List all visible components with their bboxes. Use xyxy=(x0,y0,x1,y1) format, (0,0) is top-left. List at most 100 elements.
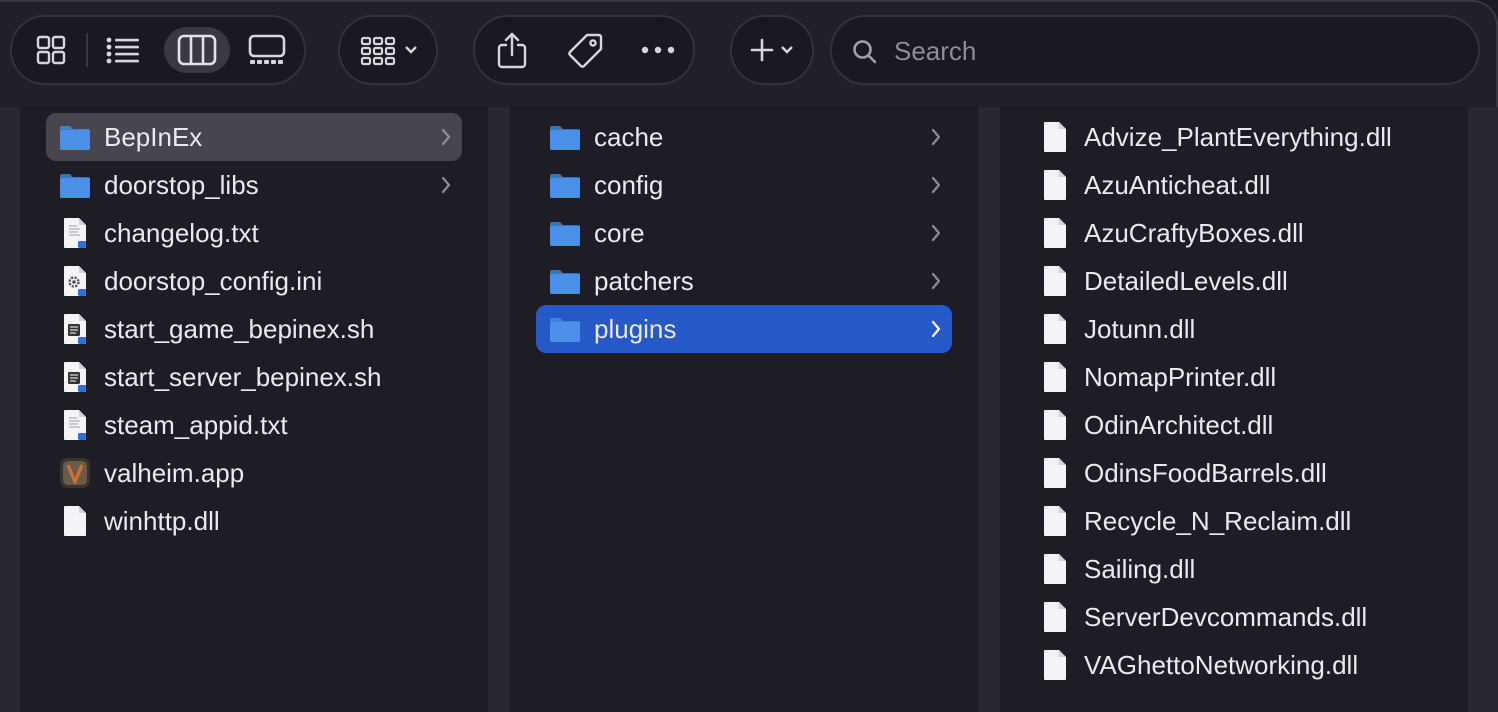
view-mode-control xyxy=(10,15,306,85)
share-icon xyxy=(497,32,527,69)
chevron-right-icon xyxy=(931,272,941,290)
item-name: patchers xyxy=(594,266,694,296)
folder-row[interactable]: cache xyxy=(536,113,952,161)
folder-row[interactable]: core xyxy=(536,209,952,257)
item-name: ServerDevcommands.dll xyxy=(1084,602,1368,632)
share-button[interactable] xyxy=(479,27,545,73)
group-by-button[interactable] xyxy=(350,27,428,73)
file-row[interactable]: start_server_bepinex.sh xyxy=(46,353,462,401)
folder-row[interactable]: patchers xyxy=(536,257,952,305)
blank-file-icon xyxy=(1044,458,1066,488)
tag-icon xyxy=(568,33,603,68)
folder-icon xyxy=(60,174,90,198)
blank-file-icon xyxy=(1044,650,1066,680)
list-icon xyxy=(106,37,139,64)
list-view-button[interactable] xyxy=(90,27,156,73)
icon-view-button[interactable] xyxy=(18,27,84,73)
file-row[interactable]: steam_appid.txt xyxy=(46,401,462,449)
blank-file-icon xyxy=(1044,506,1066,536)
chevron-down-icon xyxy=(781,46,793,54)
file-row[interactable]: Advize_PlantEverything.dll xyxy=(1026,113,1442,161)
item-name: start_game_bepinex.sh xyxy=(104,314,375,344)
file-row[interactable]: changelog.txt xyxy=(46,209,462,257)
more-button[interactable] xyxy=(625,27,691,73)
file-row[interactable]: NomapPrinter.dll xyxy=(1026,353,1442,401)
file-row[interactable]: OdinsFoodBarrels.dll xyxy=(1026,449,1442,497)
folder-icon xyxy=(550,174,580,198)
folder-row[interactable]: doorstop_libs xyxy=(46,161,462,209)
item-name: start_server_bepinex.sh xyxy=(104,362,382,392)
item-name: steam_appid.txt xyxy=(104,410,288,440)
item-name: VAGhettoNetworking.dll xyxy=(1084,650,1359,680)
app-icon xyxy=(60,458,90,488)
add-button[interactable] xyxy=(738,27,806,73)
column-view-button[interactable] xyxy=(164,27,230,73)
file-row[interactable]: AzuCraftyBoxes.dll xyxy=(1026,209,1442,257)
file-row[interactable]: start_game_bepinex.sh xyxy=(46,305,462,353)
chevron-right-icon xyxy=(931,128,941,146)
columns-icon xyxy=(177,34,217,66)
more-icon xyxy=(641,46,675,54)
actions-control xyxy=(473,15,695,85)
text-file-icon xyxy=(64,218,86,248)
file-row[interactable]: valheim.app xyxy=(46,449,462,497)
blank-file-icon xyxy=(1044,554,1066,584)
file-row[interactable]: Recycle_N_Reclaim.dll xyxy=(1026,497,1442,545)
item-name: Jotunn.dll xyxy=(1084,314,1196,344)
chevron-right-icon xyxy=(441,176,451,194)
folder-icon xyxy=(550,126,580,150)
item-name: core xyxy=(594,218,645,248)
new-item-control xyxy=(730,15,814,85)
toolbar-divider xyxy=(86,33,88,67)
chevron-right-icon xyxy=(931,320,941,338)
search-input[interactable] xyxy=(892,31,1456,71)
file-row[interactable]: ServerDevcommands.dll xyxy=(1026,593,1442,641)
group-grid-icon xyxy=(360,36,396,66)
folder-row[interactable]: BepInEx xyxy=(46,113,462,161)
folder-icon xyxy=(550,270,580,294)
item-name: valheim.app xyxy=(104,458,245,488)
blank-file-icon xyxy=(1044,218,1066,248)
folder-icon xyxy=(550,222,580,246)
group-control xyxy=(338,15,438,85)
gallery-view-button[interactable] xyxy=(234,27,300,73)
file-row[interactable]: winhttp.dll xyxy=(46,497,462,545)
grid-icon xyxy=(36,35,66,65)
item-name: BepInEx xyxy=(104,122,203,152)
file-row[interactable]: DetailedLevels.dll xyxy=(1026,257,1442,305)
column-resize-handle[interactable] xyxy=(488,107,510,712)
column-resize-handle[interactable] xyxy=(1468,107,1498,712)
blank-file-icon xyxy=(1044,410,1066,440)
folder-icon xyxy=(550,318,580,342)
chevron-right-icon xyxy=(441,128,451,146)
text-file-icon xyxy=(64,410,86,440)
item-name: cache xyxy=(594,122,664,152)
file-row[interactable]: AzuAnticheat.dll xyxy=(1026,161,1442,209)
file-row[interactable]: VAGhettoNetworking.dll xyxy=(1026,641,1442,689)
item-name: winhttp.dll xyxy=(104,506,220,536)
plus-icon xyxy=(750,38,774,62)
finder-window: BepInEx doorstop_libs changelog.txt doorsto… xyxy=(0,0,1498,712)
blank-file-icon xyxy=(1044,362,1066,392)
tag-button[interactable] xyxy=(553,27,619,73)
toolbar xyxy=(0,0,1498,100)
item-name: plugins xyxy=(594,314,677,344)
blank-file-icon xyxy=(1044,602,1066,632)
file-row[interactable]: doorstop_config.ini xyxy=(46,257,462,305)
item-name: OdinsFoodBarrels.dll xyxy=(1084,458,1327,488)
script-file-icon xyxy=(64,362,86,392)
folder-row[interactable]: config xyxy=(536,161,952,209)
file-row[interactable]: Sailing.dll xyxy=(1026,545,1442,593)
search-field[interactable] xyxy=(830,15,1480,85)
file-row[interactable]: Jotunn.dll xyxy=(1026,305,1442,353)
item-name: doorstop_libs xyxy=(104,170,259,200)
file-row[interactable]: OdinArchitect.dll xyxy=(1026,401,1442,449)
item-name: OdinArchitect.dll xyxy=(1084,410,1274,440)
config-file-icon xyxy=(64,266,86,296)
column-resize-handle[interactable] xyxy=(978,107,1000,712)
folder-row[interactable]: plugins xyxy=(536,305,952,353)
folder-icon xyxy=(60,126,90,150)
item-name: AzuAnticheat.dll xyxy=(1084,170,1271,200)
item-name: Sailing.dll xyxy=(1084,554,1196,584)
gallery-icon xyxy=(248,34,286,64)
